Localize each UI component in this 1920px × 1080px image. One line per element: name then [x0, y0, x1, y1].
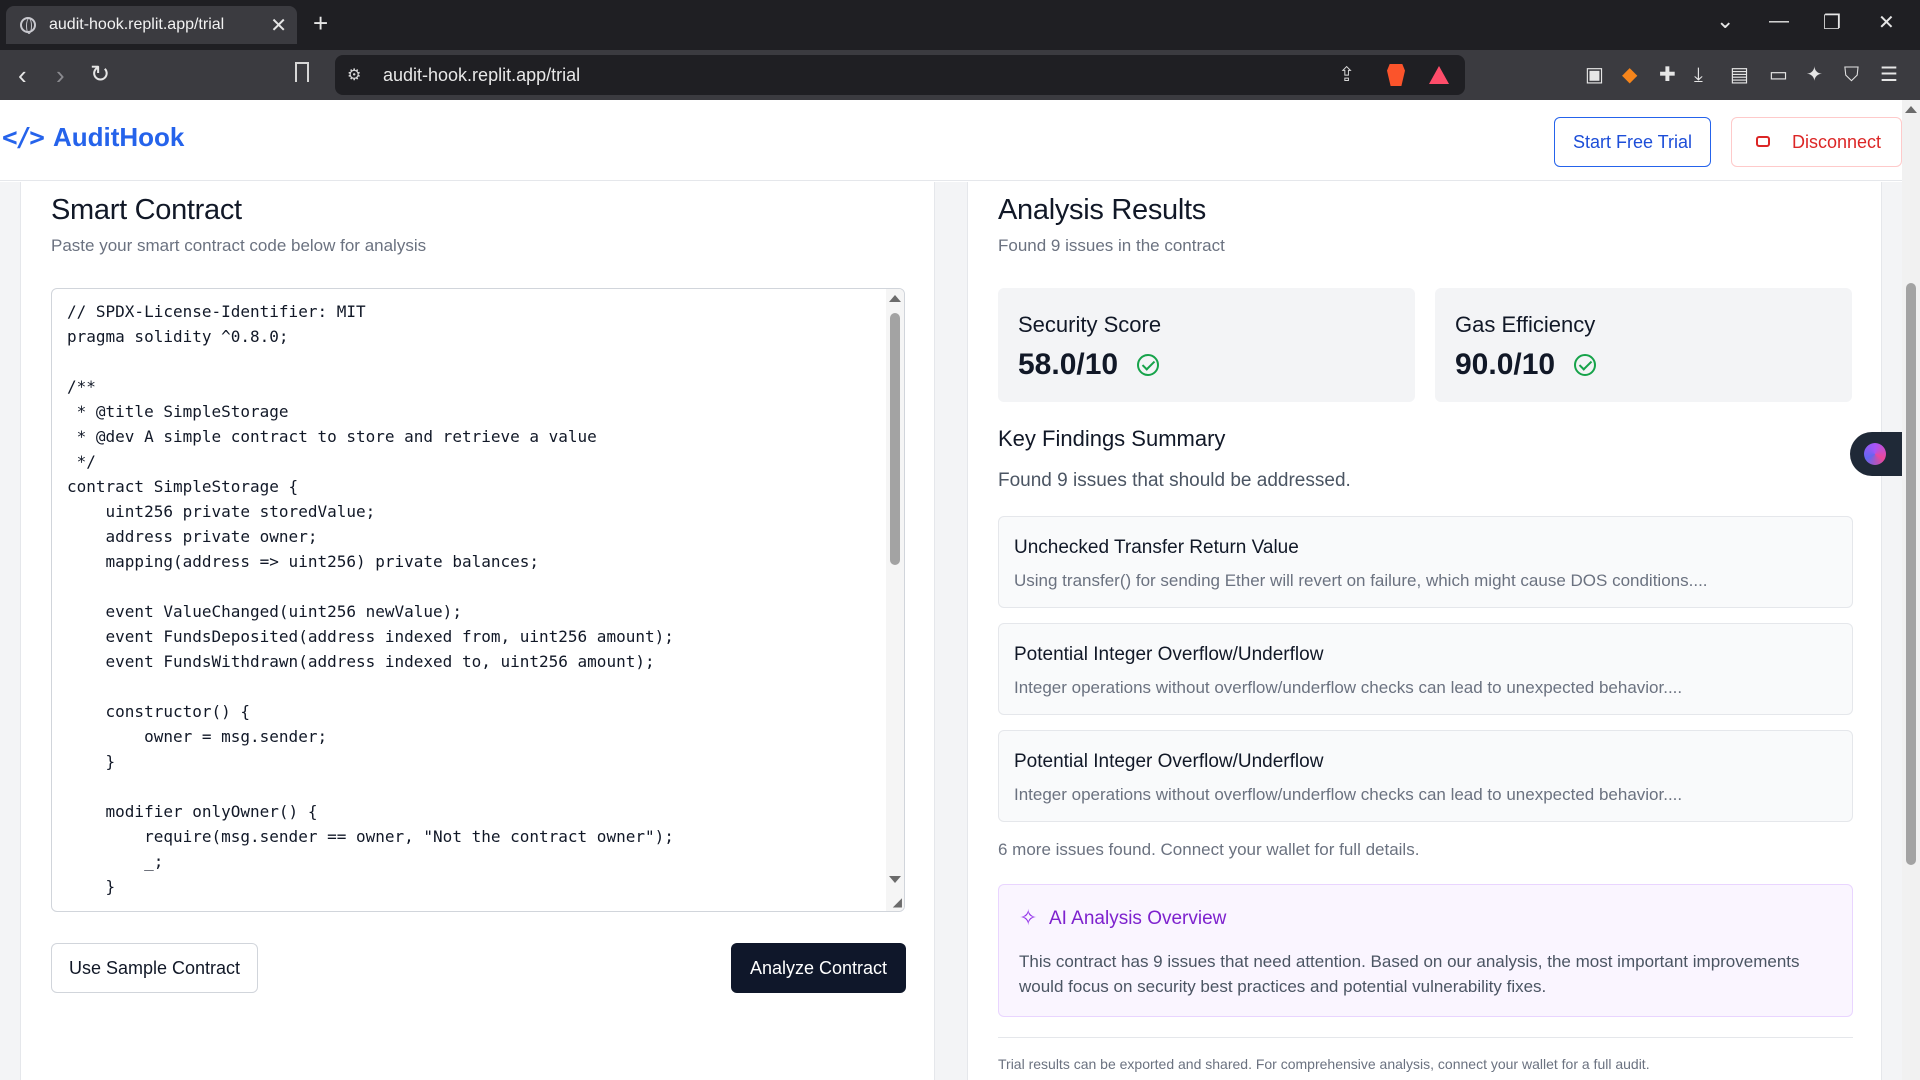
code-icon: </> — [2, 122, 45, 153]
editor-scrollbar-thumb[interactable] — [890, 313, 900, 565]
browser-tab-bar: audit-hook.replit.app/trial ✕ + ⌄ — ❐ ✕ — [0, 0, 1920, 50]
smart-contract-subtitle: Paste your smart contract code below for… — [51, 236, 427, 255]
finding-title: Potential Integer Overflow/Underflow — [1014, 751, 1324, 772]
browser-tab[interactable]: audit-hook.replit.app/trial ✕ — [6, 6, 297, 44]
analysis-results-title: Analysis Results — [998, 194, 1206, 226]
new-tab-button[interactable]: + — [313, 8, 328, 38]
menu-icon[interactable]: ☰ — [1880, 63, 1898, 87]
brave-shields-icon[interactable] — [1387, 64, 1405, 86]
start-free-trial-button[interactable]: Start Free Trial — [1554, 117, 1711, 167]
disconnect-button[interactable]: Disconnect — [1731, 117, 1902, 167]
ai-analysis-description: This contract has 9 issues that need att… — [1019, 952, 1800, 996]
page-content: Smart Contract Paste your smart contract… — [0, 182, 1902, 1080]
editor-scrollbar[interactable] — [886, 289, 904, 911]
restore-icon[interactable]: ❐ — [1823, 10, 1841, 35]
finding-title: Potential Integer Overflow/Underflow — [1014, 644, 1324, 665]
floating-assistant-button[interactable] — [1850, 432, 1902, 476]
site-settings-icon[interactable]: ⚙ — [347, 65, 361, 85]
brain-icon — [1864, 443, 1886, 465]
globe-icon — [20, 17, 36, 34]
gas-efficiency-label: Gas Efficiency — [1455, 312, 1596, 337]
smart-contract-title: Smart Contract — [51, 194, 242, 226]
check-circle-icon — [1137, 354, 1159, 376]
finding-title: Unchecked Transfer Return Value — [1014, 537, 1299, 558]
use-sample-contract-button[interactable]: Use Sample Contract — [51, 943, 258, 993]
sparkle-icon: ✧ — [1019, 905, 1038, 930]
url-text[interactable]: audit-hook.replit.app/trial — [383, 65, 580, 86]
close-window-icon[interactable]: ✕ — [1878, 10, 1895, 35]
key-findings-title: Key Findings Summary — [998, 426, 1226, 451]
security-score-value: 58.0/10 — [1018, 348, 1119, 381]
finding-item[interactable]: Unchecked Transfer Return Value Using tr… — [998, 516, 1853, 608]
address-bar[interactable]: ⚙ audit-hook.replit.app/trial ⇪ — [335, 55, 1465, 95]
contract-code[interactable]: // SPDX-License-Identifier: MIT pragma s… — [67, 299, 674, 899]
security-score-label: Security Score — [1018, 312, 1162, 337]
ai-analysis-title: AI Analysis Overview — [1049, 908, 1227, 929]
page-scrollbar-thumb[interactable] — [1906, 283, 1916, 865]
close-tab-icon[interactable]: ✕ — [270, 13, 287, 38]
analysis-results-card: Analysis Results Found 9 issues in the c… — [967, 182, 1882, 1080]
finding-description: Integer operations without overflow/unde… — [1014, 678, 1683, 697]
app-header: </> AuditHook Start Free Trial Disconnec… — [0, 100, 1902, 181]
divider — [998, 1037, 1853, 1038]
logo[interactable]: </> AuditHook — [2, 122, 184, 153]
security-score-card: Security Score 58.0/10 — [998, 288, 1415, 402]
trial-footer-note: Trial results can be exported and shared… — [998, 1056, 1650, 1072]
finding-description: Integer operations without overflow/unde… — [1014, 785, 1683, 804]
page-scrollbar[interactable] — [1902, 100, 1920, 1080]
scroll-up-arrow-icon[interactable] — [1905, 106, 1917, 113]
brave-rewards-icon[interactable] — [1429, 66, 1449, 84]
check-circle-icon — [1574, 354, 1596, 376]
bookmark-icon[interactable] — [295, 62, 309, 82]
more-issues-note: 6 more issues found. Connect your wallet… — [998, 840, 1420, 859]
metamask-fox-icon[interactable]: ◆ — [1622, 63, 1637, 87]
leo-ai-icon[interactable]: ✦ — [1806, 63, 1823, 87]
analysis-results-subtitle: Found 9 issues in the contract — [998, 236, 1225, 255]
reload-icon[interactable]: ↻ — [90, 60, 110, 90]
finding-item[interactable]: Potential Integer Overflow/Underflow Int… — [998, 730, 1853, 822]
vpn-shield-icon[interactable]: ⛉ — [1844, 63, 1859, 87]
tab-title: audit-hook.replit.app/trial — [49, 16, 225, 33]
finding-item[interactable]: Potential Integer Overflow/Underflow Int… — [998, 623, 1853, 715]
finding-description: Using transfer() for sending Ether will … — [1014, 571, 1708, 590]
browser-toolbar: ‹ › ↻ ⚙ audit-hook.replit.app/trial ⇪ ▣ … — [0, 50, 1920, 100]
scroll-down-arrow-icon[interactable] — [889, 876, 901, 883]
logo-text: AuditHook — [52, 122, 185, 152]
forward-icon[interactable]: › — [56, 60, 65, 90]
analyze-contract-button[interactable]: Analyze Contract — [731, 943, 906, 993]
tab-manager-icon[interactable]: ▣ — [1585, 63, 1604, 87]
minimize-icon[interactable]: — — [1769, 10, 1789, 33]
gas-efficiency-value: 90.0/10 — [1455, 348, 1556, 381]
scroll-up-arrow-icon[interactable] — [889, 295, 901, 302]
share-icon[interactable]: ⇪ — [1338, 62, 1355, 87]
contract-code-textarea[interactable]: // SPDX-License-Identifier: MIT pragma s… — [51, 288, 905, 912]
gas-efficiency-card: Gas Efficiency 90.0/10 — [1435, 288, 1852, 402]
back-icon[interactable]: ‹ — [18, 60, 27, 90]
tab-search-dropdown-icon[interactable]: ⌄ — [1716, 8, 1734, 34]
resize-handle-icon[interactable]: ◢ — [893, 895, 902, 909]
ai-analysis-overview: ✧ AI Analysis Overview This contract has… — [998, 884, 1853, 1017]
wallet-icon — [1756, 136, 1770, 147]
disconnect-label: Disconnect — [1792, 131, 1882, 152]
smart-contract-card: Smart Contract Paste your smart contract… — [20, 182, 935, 1080]
sidebar-icon[interactable]: ▤ — [1730, 63, 1749, 87]
download-icon[interactable]: ⤓ — [1694, 63, 1703, 87]
wallet-icon[interactable]: ▭ — [1769, 63, 1788, 87]
key-findings-subtitle: Found 9 issues that should be addressed. — [998, 470, 1351, 491]
extensions-puzzle-icon[interactable]: ✚ — [1659, 63, 1676, 87]
